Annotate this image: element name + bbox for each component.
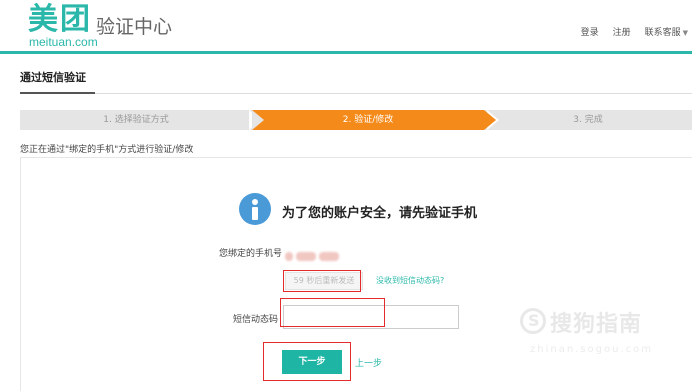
chevron-down-icon: ▼: [682, 29, 688, 37]
highlight-box-resend: [283, 270, 361, 292]
support-label: 联系客服: [644, 28, 681, 38]
page-header: 美团 meituan.com 验证中心 登录 注册 联系客服 ▼: [0, 0, 692, 54]
logo-chinese-text: 美团: [28, 2, 92, 37]
site-title: 验证中心: [96, 16, 173, 38]
not-received-link[interactable]: 没收到短信动态码?: [376, 275, 444, 286]
login-link[interactable]: 登录: [581, 25, 599, 38]
masked-phone-number: [285, 246, 343, 261]
security-headline: 为了您的账户安全，请先验证手机: [282, 206, 478, 221]
step-separator-arrow: [252, 110, 264, 130]
step-separator-arrow: [484, 110, 496, 130]
section-active-underline: [20, 92, 95, 94]
section-title: 通过短信验证: [20, 71, 86, 84]
highlight-box-code-input: [280, 298, 385, 327]
sms-code-label: 短信动态码: [232, 315, 278, 325]
top-nav: 登录 注册 联系客服 ▼: [581, 25, 688, 38]
step-verify-modify: 2. 验证/修改: [252, 110, 484, 130]
phone-label: 您绑定的手机号: [218, 249, 282, 259]
watermark-url: zhinan.sogou.com: [530, 344, 654, 355]
step-choose-method: 1. 选择验证方式: [20, 110, 252, 130]
support-menu[interactable]: 联系客服 ▼: [645, 25, 688, 38]
section-divider: [20, 93, 692, 94]
verification-method-note: 您正在通过"绑定的手机"方式进行验证/修改: [20, 145, 194, 155]
highlight-box-next-button: [263, 342, 351, 381]
register-link[interactable]: 注册: [613, 25, 631, 38]
meituan-logo[interactable]: 美团 meituan.com: [28, 2, 98, 49]
sogou-logo-icon: [520, 308, 546, 334]
info-icon-bar: [252, 207, 258, 220]
step-complete: 3. 完成: [484, 110, 692, 130]
progress-steps: 1. 选择验证方式 2. 验证/修改 3. 完成: [20, 110, 692, 130]
logo-english-text: meituan.com: [29, 35, 98, 49]
watermark-text: 搜狗指南: [550, 312, 643, 337]
info-icon-dot: [252, 199, 258, 205]
previous-step-link[interactable]: 上一步: [355, 356, 382, 369]
info-icon: [239, 193, 271, 225]
